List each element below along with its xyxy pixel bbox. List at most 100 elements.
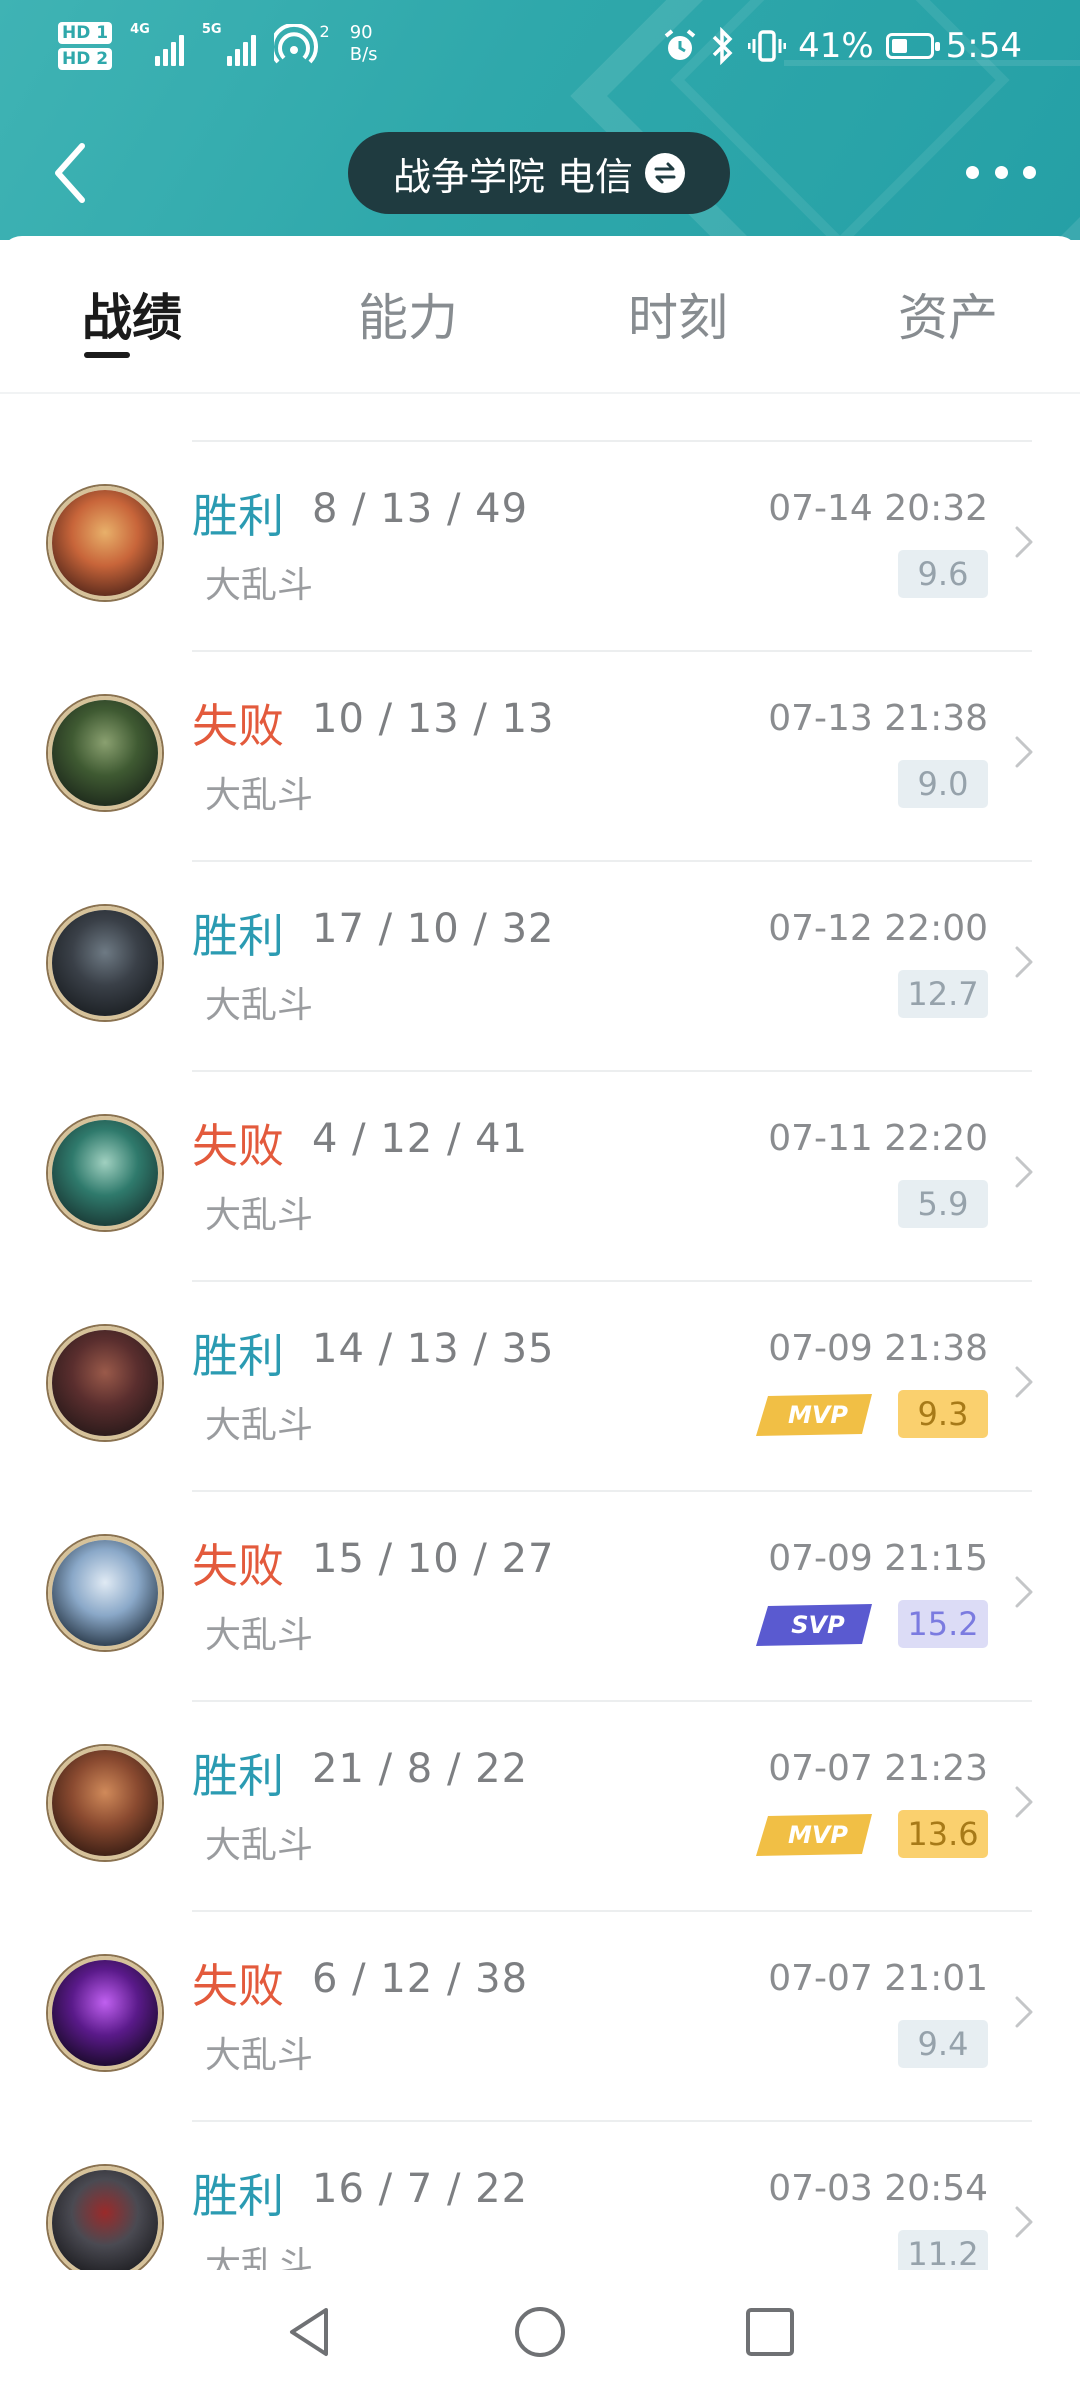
match-score: 11.2 [898, 2230, 988, 2270]
match-mode: 大乱斗 [205, 2035, 314, 2076]
match-kda: 6 / 12 / 38 [312, 1956, 529, 2002]
match-mode: 大乱斗 [205, 1615, 314, 1656]
match-row[interactable]: 失败 10 / 13 / 13 大乱斗 07-13 21:38 9.0 [0, 652, 1080, 862]
match-mode: 大乱斗 [205, 1825, 314, 1866]
match-row[interactable]: 胜利 8 / 13 / 49 大乱斗 07-14 20:32 9.6 [0, 442, 1080, 652]
match-row[interactable]: 失败 15 / 10 / 27 大乱斗 07-09 21:15 15.2 SVP [0, 1492, 1080, 1702]
back-chevron-icon[interactable] [44, 138, 104, 208]
match-row[interactable]: 失败 6 / 12 / 38 大乱斗 07-07 21:01 9.4 [0, 1912, 1080, 2122]
match-score: 9.0 [898, 760, 988, 808]
match-kda: 17 / 10 / 32 [312, 906, 555, 952]
champion-portrait [52, 490, 158, 596]
champion-avatar [48, 1746, 162, 1860]
match-score: 5.9 [898, 1180, 988, 1228]
chevron-right-icon [1015, 2206, 1033, 2238]
match-mode: 大乱斗 [205, 775, 314, 816]
tab-record[interactable]: 战绩 [82, 278, 182, 350]
tab-assets[interactable]: 资产 [898, 278, 998, 350]
signal-4g-icon: 4G [130, 22, 184, 66]
match-list: 胜利 8 / 13 / 49 大乱斗 07-14 20:32 9.6 失败 10… [0, 396, 1080, 2270]
chevron-right-icon [1015, 1996, 1033, 2028]
champion-portrait [52, 910, 158, 1016]
match-time: 07-09 21:38 [768, 1328, 988, 1369]
champion-avatar [48, 1956, 162, 2070]
match-row[interactable]: 胜利 17 / 10 / 32 大乱斗 07-12 22:00 12.7 [0, 862, 1080, 1072]
match-score: 13.6 [898, 1810, 988, 1858]
hd2-badge: HD 2 [58, 48, 113, 70]
champion-avatar [48, 906, 162, 1020]
triangle-back-icon[interactable] [280, 2302, 340, 2362]
champion-portrait [52, 1960, 158, 2066]
champion-portrait [52, 2170, 158, 2270]
champion-avatar [48, 1326, 162, 1440]
champion-avatar [48, 1116, 162, 1230]
tab-ability[interactable]: 能力 [358, 278, 458, 350]
clock: 5:54 [945, 26, 1022, 66]
match-mode: 大乱斗 [205, 985, 314, 1026]
battery-icon [885, 33, 940, 59]
match-score: 12.7 [898, 970, 988, 1018]
match-kda: 15 / 10 / 27 [312, 1536, 555, 1582]
svp-badge-icon: SVP [756, 1604, 872, 1646]
match-result: 胜利 [192, 489, 284, 543]
champion-portrait [52, 1540, 158, 1646]
tab-moments[interactable]: 时刻 [628, 278, 728, 350]
hd-indicators: HD 1 HD 2 [58, 22, 113, 70]
chevron-right-icon [1015, 946, 1033, 978]
match-time: 07-03 20:54 [768, 2168, 988, 2209]
circle-home-icon[interactable] [510, 2302, 570, 2362]
match-kda: 16 / 7 / 22 [312, 2166, 529, 2212]
chevron-right-icon [1015, 1156, 1033, 1188]
match-time: 07-09 21:15 [768, 1538, 988, 1579]
match-row[interactable]: 胜利 21 / 8 / 22 大乱斗 07-07 21:23 13.6 MVP [0, 1702, 1080, 1912]
match-score: 9.6 [898, 550, 988, 598]
square-recents-icon[interactable] [740, 2302, 800, 2362]
match-row[interactable]: 胜利 16 / 7 / 22 大乱斗 07-03 20:54 11.2 [0, 2122, 1080, 2270]
match-result: 胜利 [192, 2169, 284, 2223]
champion-portrait [52, 700, 158, 806]
match-time: 07-07 21:01 [768, 1958, 988, 1999]
net-speed-unit: B/s [349, 44, 378, 65]
match-result: 胜利 [192, 1749, 284, 1803]
badge-label: MVP [788, 1821, 848, 1849]
signal-5g-label: 5G [201, 22, 222, 37]
chevron-right-icon [1015, 1366, 1033, 1398]
chevron-right-icon [1015, 1786, 1033, 1818]
match-kda: 21 / 8 / 22 [312, 1746, 529, 1792]
match-time: 07-11 22:20 [768, 1118, 988, 1159]
net-speed-value: 90 [349, 22, 373, 43]
match-result: 胜利 [192, 909, 284, 963]
server-switch-button[interactable]: 战争学院 电信 [348, 132, 730, 214]
hd1-badge: HD 1 [58, 22, 113, 44]
chevron-right-icon [1015, 1576, 1033, 1608]
badge-label: SVP [791, 1611, 845, 1639]
match-mode: 大乱斗 [205, 565, 314, 606]
match-result: 失败 [192, 1539, 284, 1593]
signal-4g-label: 4G [130, 22, 150, 37]
more-dots-icon[interactable] [966, 152, 1036, 192]
system-nav-bar [0, 2270, 1080, 2388]
match-mode: 大乱斗 [205, 1195, 314, 1236]
battery-percent: 41% [798, 26, 874, 66]
chevron-right-icon [1015, 526, 1033, 558]
match-kda: 4 / 12 / 41 [312, 1116, 529, 1162]
match-time: 07-14 20:32 [768, 488, 988, 529]
champion-portrait [52, 1120, 158, 1226]
chevron-right-icon [1015, 736, 1033, 768]
match-row[interactable]: 胜利 14 / 13 / 35 大乱斗 07-09 21:38 9.3 MVP [0, 1282, 1080, 1492]
server-title: 战争学院 电信 [392, 154, 634, 199]
hotspot-count: 2 [319, 22, 330, 41]
mvp-badge-icon: MVP [756, 1394, 872, 1436]
match-kda: 8 / 13 / 49 [312, 486, 529, 532]
champion-portrait [52, 1330, 158, 1436]
app-header: HD 1 HD 2 4G 5G 2 90 B/s 41% 5:54 战争学院 电… [0, 0, 1080, 240]
champion-avatar [48, 486, 162, 600]
match-time: 07-07 21:23 [768, 1748, 988, 1789]
match-row[interactable]: 失败 4 / 12 / 41 大乱斗 07-11 22:20 5.9 [0, 1072, 1080, 1282]
champion-avatar [48, 696, 162, 810]
match-time: 07-13 21:38 [768, 698, 988, 739]
hotspot-icon [273, 24, 318, 64]
tab-bar: 战绩 能力 时刻 资产 [0, 236, 1080, 392]
bluetooth-icon [712, 27, 733, 65]
match-kda: 14 / 13 / 35 [312, 1326, 555, 1372]
